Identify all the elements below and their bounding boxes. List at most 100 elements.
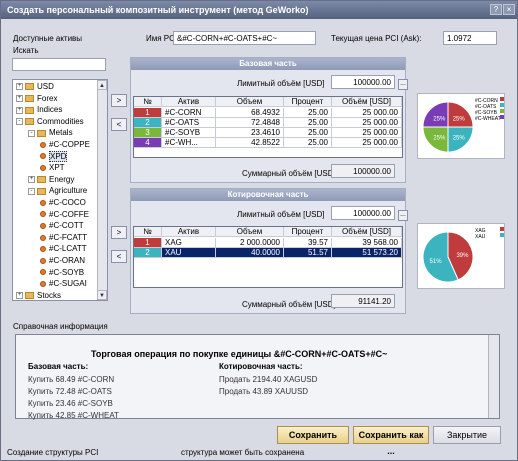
table-header[interactable]: № Актив Объем Процент Объём [USD] (134, 227, 402, 237)
expand-icon[interactable]: + (16, 94, 23, 102)
expand-icon[interactable]: + (16, 83, 23, 91)
main-window: Создать персональный композитный инструм… (0, 0, 518, 461)
expand-icon[interactable]: + (16, 106, 23, 114)
save-button[interactable]: Сохранить (277, 426, 349, 444)
pci-name-field[interactable]: &#C-CORN+#C-OATS+#C~ (173, 31, 316, 45)
table-cell: 3 (134, 128, 162, 138)
tree-item[interactable]: #C-SOYB (40, 268, 84, 278)
tree-item[interactable]: + Energy (28, 175, 74, 185)
table-cell: XAU (162, 248, 216, 258)
tree-item-label: #C-COTT (49, 221, 84, 231)
asset-tree[interactable]: + USD + Forex + Indices - Commodities - Metals #C-… (12, 79, 108, 301)
remove-from-quote-button[interactable]: < (111, 250, 127, 263)
tree-item-label: #C-COFFE (49, 209, 89, 219)
base-limit-more-button[interactable]: ... (398, 79, 408, 90)
info-scrollbar[interactable] (488, 335, 499, 418)
table-row[interactable]: 3 #C-SOYB 23.4610 25.00 25 000.00 (134, 128, 402, 138)
quote-sum-label: Суммарный объём [USD] (242, 300, 336, 309)
search-label: Искать (13, 46, 39, 55)
table-cell: 25 000.00 (332, 138, 402, 148)
info-line: Продать 2194.40 XAGUSD (219, 375, 318, 384)
table-cell: Процент (284, 97, 332, 107)
table-row[interactable]: 1 XAG 2 000.0000 39.57 39 568.00 (134, 238, 402, 248)
tree-item[interactable]: - Metals (28, 128, 73, 138)
close-window-button[interactable]: × (503, 4, 515, 15)
window-title: Создать персональный композитный инструм… (7, 5, 309, 15)
tree-item[interactable]: XPD (40, 150, 68, 162)
info-line: Купить 72.48 #C-OATS (28, 387, 112, 396)
tree-item[interactable]: #C-ORAN (40, 256, 85, 266)
tree-item-label: Agriculture (49, 186, 88, 196)
tree-item[interactable]: - Agriculture (28, 186, 87, 196)
expand-icon[interactable]: - (28, 187, 35, 195)
table-cell: 2 (134, 118, 162, 128)
search-input[interactable] (12, 58, 106, 71)
expand-icon[interactable]: - (16, 118, 23, 126)
table-row[interactable]: 2 XAU 40.0000 51.57 51 573.20 (134, 248, 402, 258)
pie-label: 39% (456, 253, 469, 259)
expand-icon[interactable]: + (16, 292, 23, 300)
table-row[interactable]: 2 #C-OATS 72.4848 25.00 25 000.00 (134, 118, 402, 128)
tree-item[interactable]: #C-COTT (40, 221, 84, 231)
asset-icon (40, 246, 46, 253)
folder-icon (25, 94, 34, 102)
table-row[interactable]: 1 #C-CORN 68.4932 25.00 25 000.00 (134, 108, 402, 118)
base-limit-field[interactable]: 100000.00 (331, 75, 395, 89)
tree-item-label: #C-LCATT (49, 244, 87, 254)
scroll-down-icon[interactable]: ▼ (97, 290, 107, 300)
legend-swatch (500, 103, 504, 107)
base-table[interactable]: № Актив Объем Процент Объём [USD] 1 #C-CORN 68.… (133, 96, 403, 158)
add-to-quote-button[interactable]: > (111, 226, 127, 239)
tree-item[interactable]: #C-LCATT (40, 244, 87, 254)
tree-item[interactable]: - Commodities (16, 117, 84, 127)
legend-swatch (500, 115, 504, 119)
info-quote-title: Котировочная часть: (219, 362, 303, 371)
expand-icon[interactable]: + (28, 176, 35, 184)
table-row[interactable]: 4 #C-WH... 42.8522 25.00 25 000.00 (134, 138, 402, 148)
legend-label: #C-WHEAT (475, 116, 501, 122)
table-cell: #C-CORN (162, 108, 216, 118)
tree-item[interactable]: + Forex (16, 94, 57, 104)
tree-item[interactable]: #C-FCATT (40, 233, 87, 243)
save-as-button[interactable]: Сохранить как ... (353, 426, 429, 456)
quote-limit-more-button[interactable]: ... (398, 210, 408, 221)
tree-scrollbar[interactable] (97, 80, 107, 300)
tree-item[interactable]: XPT (40, 163, 65, 173)
tree-item-label: XPT (49, 163, 65, 173)
add-to-base-button[interactable]: > (111, 94, 127, 107)
asset-icon (40, 223, 46, 230)
folder-icon (25, 106, 34, 114)
tree-item[interactable]: + Indices (16, 105, 62, 115)
table-cell: 25 000.00 (332, 108, 402, 118)
tree-item-label: #C-SOYB (49, 267, 85, 277)
expand-icon[interactable]: - (28, 129, 35, 137)
remove-from-base-button[interactable]: < (111, 118, 127, 131)
table-cell: 25 000.00 (332, 128, 402, 138)
close-button[interactable]: Закрытие (433, 426, 501, 444)
quote-limit-field[interactable]: 100000.00 (331, 206, 395, 220)
quote-limit-label: Лимитный объём [USD] (237, 210, 325, 219)
table-cell: 23.4610 (216, 128, 284, 138)
table-cell: 2 (134, 248, 162, 258)
table-cell: 1 (134, 108, 162, 118)
tree-item[interactable]: #C-COPPE (40, 140, 90, 150)
tree-item[interactable]: #C-COCO (40, 198, 86, 208)
table-cell: #C-SOYB (162, 128, 216, 138)
table-cell: № (134, 227, 162, 237)
folder-icon (25, 83, 34, 91)
tree-item[interactable]: #C-COFFE (40, 210, 89, 220)
quote-panel-title: Котировочная часть (131, 189, 405, 201)
table-cell: 25.00 (284, 138, 332, 148)
asset-icon (40, 165, 46, 172)
legend-label: XAU (475, 234, 486, 240)
tree-item[interactable]: #C-SUGAI (40, 279, 87, 289)
tree-item-label: #C-COPPE (49, 140, 90, 149)
tree-item[interactable]: + Stocks (16, 291, 61, 300)
quote-table[interactable]: № Актив Объем Процент Объём [USD] 1 XAG 2 000.0… (133, 226, 403, 288)
help-button[interactable]: ? (490, 4, 502, 15)
tree-item-label: Commodities (37, 116, 84, 126)
table-header[interactable]: № Актив Объем Процент Объём [USD] (134, 97, 402, 107)
tree-item[interactable]: + USD (16, 82, 54, 92)
scroll-up-icon[interactable]: ▲ (97, 80, 107, 90)
table-cell: XAG (162, 238, 216, 248)
